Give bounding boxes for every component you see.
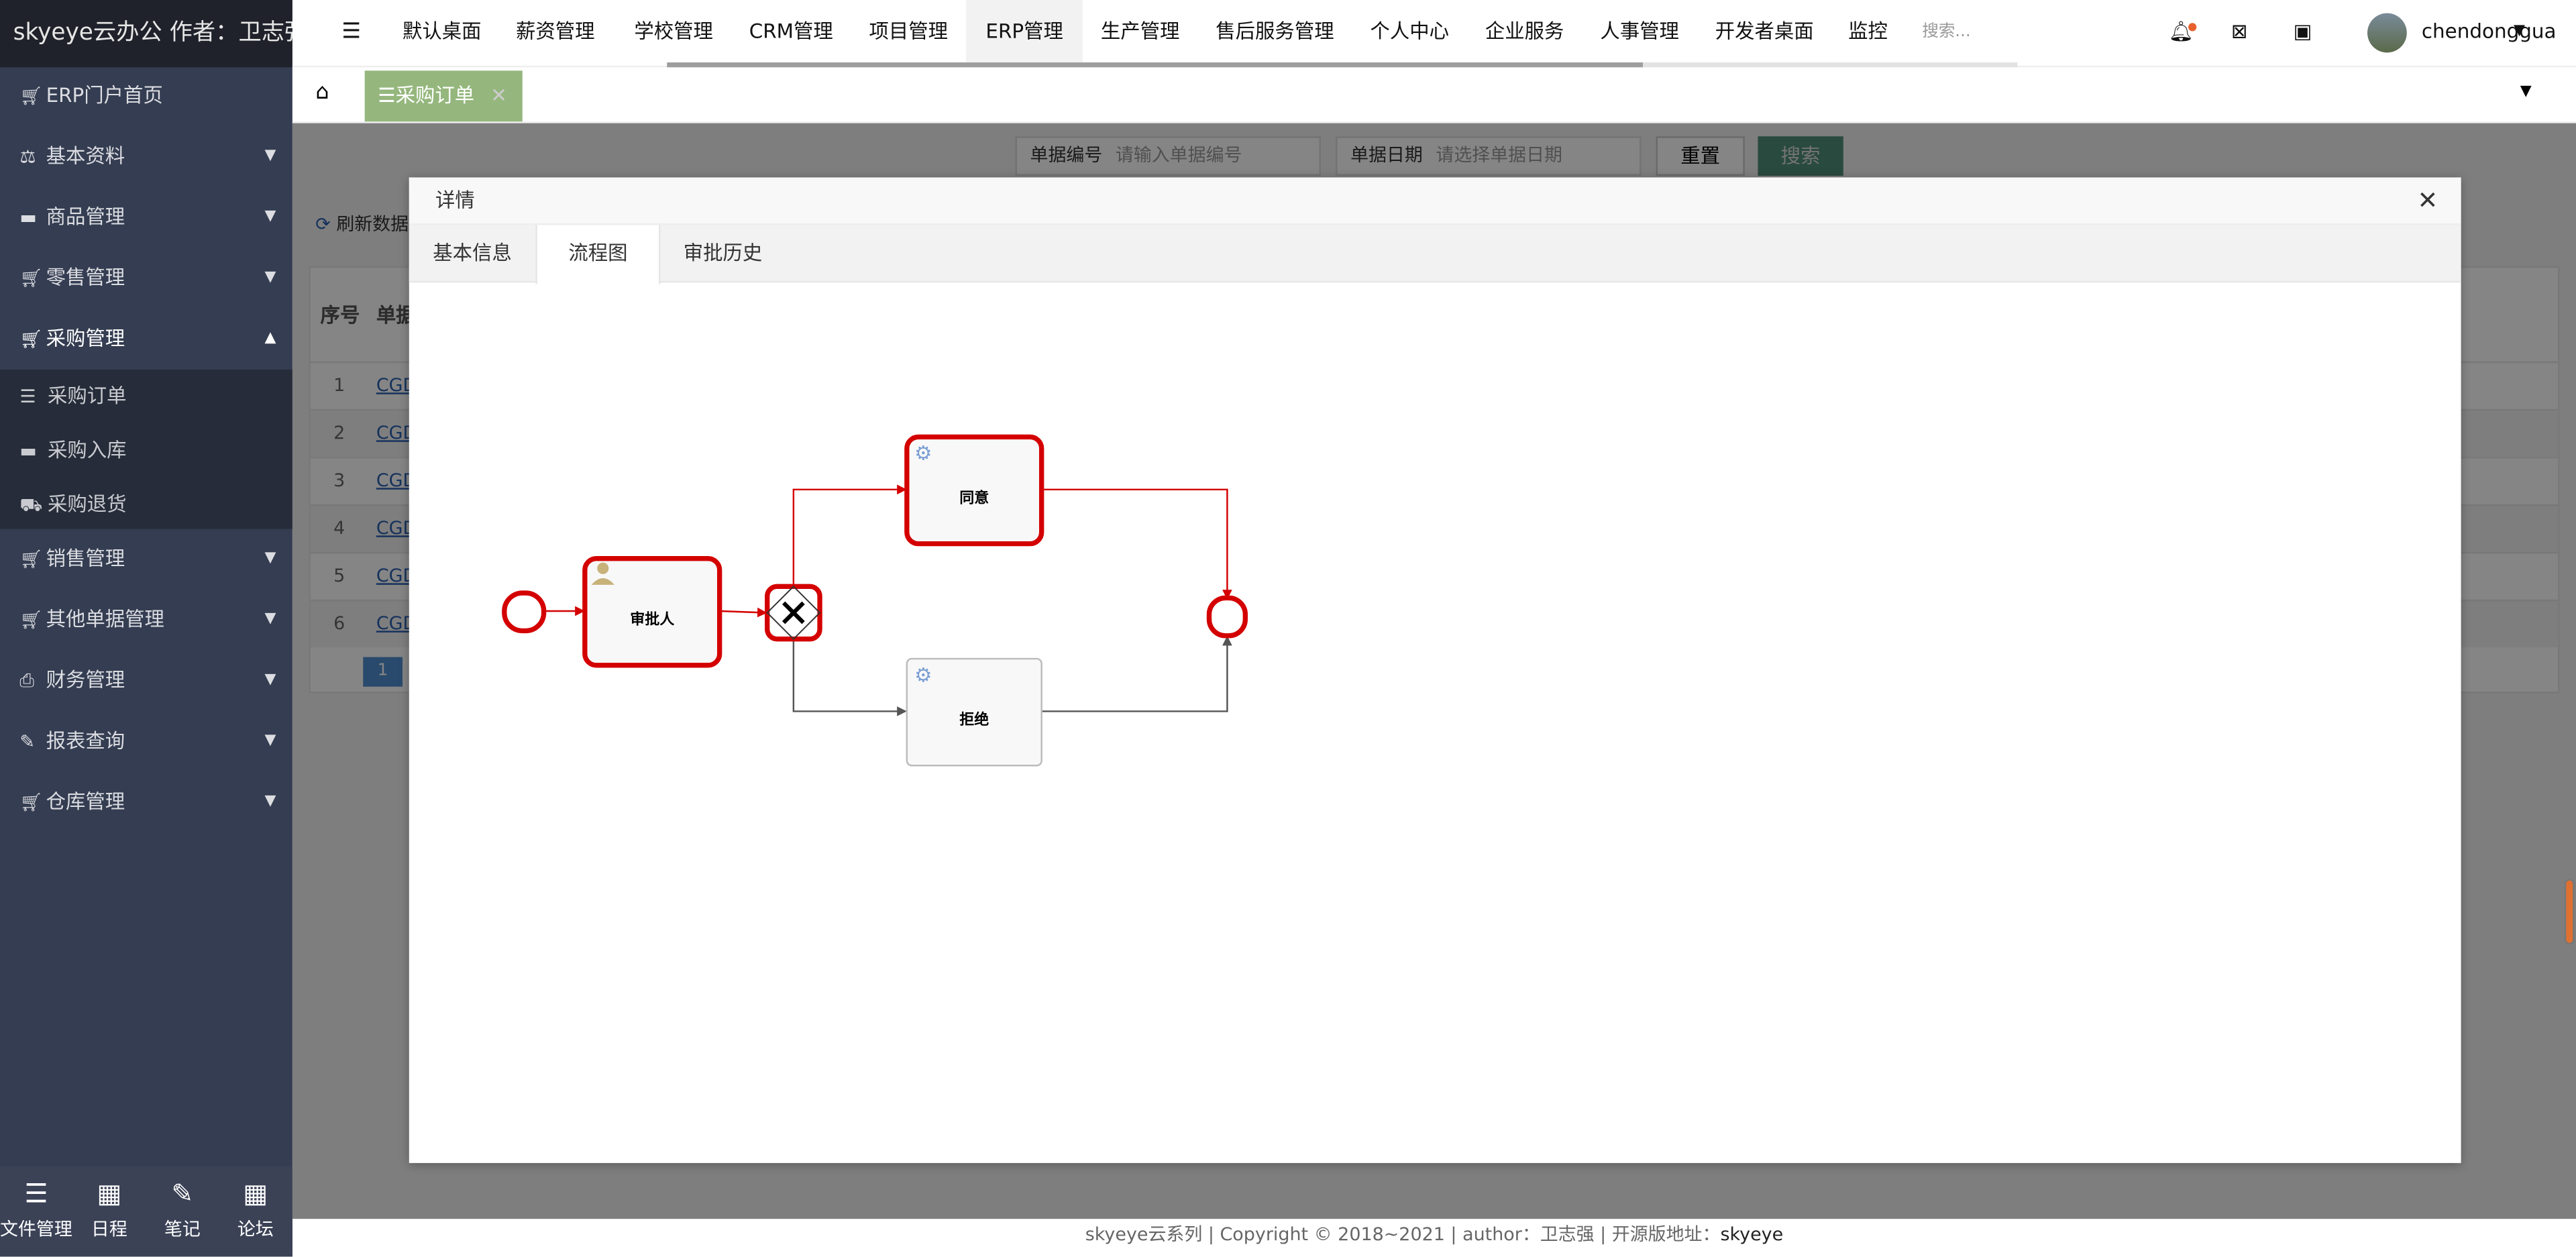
- submenu-item[interactable]: ☰ 采购订单: [19, 370, 126, 424]
- sidebar-item[interactable]: 🛒︎ 采购管理 ▲: [0, 309, 292, 370]
- calendar-icon: ▦: [97, 1177, 122, 1209]
- sidebar-item[interactable]: 🛒︎ 零售管理 ▼: [0, 248, 292, 309]
- reject-label: 拒绝: [959, 711, 989, 728]
- cart-icon: 🛒︎: [19, 268, 43, 290]
- side-scroll-handle[interactable]: [2564, 879, 2575, 945]
- footer-link[interactable]: skyeye: [1720, 1224, 1783, 1246]
- flow-agree-end: [1041, 488, 1232, 600]
- flow-gateway-agree: [792, 484, 907, 585]
- chevron-icon: ▼: [264, 793, 276, 810]
- nav-scrollbar[interactable]: [667, 62, 2018, 68]
- cart-icon: 🛒︎: [19, 791, 43, 814]
- detail-dialog: 详情 ✕ 基本信息 流程图 审批历史 审批人 ⚙ 同意 ⚙ 拒绝: [409, 177, 2461, 1163]
- sidebar-item[interactable]: ⎙ 财务管理 ▼: [0, 651, 292, 712]
- menu-toggle-icon[interactable]: ☰: [341, 0, 361, 64]
- nav-item[interactable]: 人事管理: [1600, 0, 1679, 64]
- nav-item[interactable]: 生产管理: [1101, 0, 1180, 64]
- user-dropdown-icon[interactable]: ▼: [2514, 0, 2525, 64]
- tool-button[interactable]: ▦ 论坛: [219, 1166, 292, 1242]
- nav-item[interactable]: 学校管理: [634, 0, 713, 64]
- sidebar: skyeye云办公 作者：卫志强 ☰ 采购订单 ▬ 采购入库 ⛟ 采购退货 🛒︎ ERP门户…: [0, 0, 307, 1257]
- close-tab-icon[interactable]: ✕: [490, 84, 507, 107]
- nav-item[interactable]: 开发者桌面: [1715, 0, 1814, 64]
- chevron-icon: ▼: [264, 732, 276, 749]
- truck-icon: ⛟: [19, 494, 43, 516]
- nav-item[interactable]: CRM管理: [749, 0, 833, 64]
- calendar-icon: ▦: [243, 1177, 268, 1209]
- tool-button[interactable]: ☰ 文件管理: [0, 1166, 72, 1242]
- nav-item[interactable]: 个人中心: [1370, 0, 1449, 64]
- sliders-icon: ☰: [19, 386, 36, 408]
- sidebar-item[interactable]: 🛒︎ ERP门户首页: [0, 66, 292, 127]
- sidebar-item[interactable]: 🛒︎ 仓库管理 ▼: [0, 772, 292, 833]
- sidebar-item[interactable]: 🛒︎ 销售管理 ▼: [0, 529, 292, 590]
- flow-reject-end: [1041, 635, 1232, 712]
- nav-item[interactable]: ERP管理: [966, 0, 1083, 64]
- nav-item[interactable]: 监控: [1848, 0, 1888, 64]
- avatar[interactable]: [2367, 13, 2407, 53]
- tool-button[interactable]: ▦ 日程: [73, 1166, 146, 1242]
- nav-item[interactable]: 企业服务: [1485, 0, 1564, 64]
- sidebar-item[interactable]: ✎ 报表查询 ▼: [0, 711, 292, 772]
- footer: skyeye云系列 | Copyright © 2018~2021 | auth…: [1085, 1223, 1784, 1246]
- username[interactable]: chendonggua: [2422, 0, 2557, 64]
- cart-icon: 🛒︎: [19, 328, 43, 350]
- chevron-icon: ▼: [264, 550, 276, 567]
- balance-scale-icon: ⚖: [19, 146, 36, 168]
- screen-icon[interactable]: ⊠: [2231, 0, 2248, 64]
- approver-label: 审批人: [630, 611, 675, 628]
- top-nav: ☰ 默认桌面 薪资管理 学校管理 CRM管理 项目管理 ERP管理 生产管理 售后服务管理 个人…: [292, 0, 2576, 68]
- edit-icon: ✎: [19, 730, 35, 753]
- chevron-icon: ▼: [264, 148, 276, 164]
- flow-approver-gateway: [719, 607, 767, 618]
- tab-purchase-order[interactable]: ☰采购订单 ✕: [364, 70, 523, 122]
- end-event: [1206, 595, 1248, 639]
- bottom-tools: ☰ 文件管理 ▦ 日程 ✎ 笔记 ▦ 论坛: [0, 1166, 292, 1257]
- list-icon: ☰: [24, 1177, 48, 1209]
- cart-icon: 🛒︎: [19, 85, 43, 107]
- gear-icon: ⚙: [914, 442, 932, 465]
- tool-button[interactable]: ✎ 笔记: [146, 1166, 219, 1242]
- search-input[interactable]: 搜索...: [1922, 0, 1970, 64]
- submenu-item[interactable]: ⛟ 采购退货: [19, 478, 126, 533]
- sidebar-item[interactable]: 🛒︎ 其他单据管理 ▼: [0, 590, 292, 651]
- sidebar-item[interactable]: ⚖ 基本资料 ▼: [0, 127, 292, 188]
- app-logo-title: skyeye云办公 作者：卫志强: [0, 0, 307, 68]
- agree-label: 同意: [959, 489, 989, 506]
- flow-gateway-reject: [792, 639, 907, 716]
- nav-item[interactable]: 项目管理: [869, 0, 949, 64]
- cart-icon: 🛒︎: [19, 548, 43, 570]
- chevron-icon: ▼: [264, 611, 276, 628]
- cart-icon: 🛒︎: [19, 609, 43, 631]
- start-event: [502, 590, 547, 634]
- chevron-icon: ▼: [264, 269, 276, 286]
- tab-bar: ⌂ ☰采购订单 ✕ ▼: [292, 67, 2576, 123]
- archive-icon: ▬: [19, 440, 37, 462]
- bell-icon[interactable]: 🔔︎: [2169, 0, 2197, 64]
- submenu-item[interactable]: ▬ 采购入库: [19, 424, 126, 478]
- chevron-icon: ▼: [264, 209, 276, 225]
- nav-item[interactable]: 薪资管理: [516, 0, 595, 64]
- sliders-icon: ☰: [378, 83, 396, 107]
- chevron-icon: ▼: [264, 671, 276, 689]
- gear-icon: ⚙: [914, 663, 932, 686]
- tabs-dropdown-icon[interactable]: ▼: [2520, 84, 2532, 100]
- print-icon: ⎙: [19, 670, 34, 692]
- archive-icon: ▬: [19, 207, 37, 229]
- nav-item[interactable]: 售后服务管理: [1216, 0, 1334, 64]
- purchase-submenu: ☰ 采购订单 ▬ 采购入库 ⛟ 采购退货: [0, 370, 292, 529]
- chevron-icon: ▲: [264, 330, 276, 347]
- home-icon[interactable]: ⌂: [315, 80, 329, 105]
- sidebar-item[interactable]: ▬ 商品管理 ▼: [0, 187, 292, 248]
- edit-icon: ✎: [171, 1177, 194, 1209]
- flow-diagram: 审批人 ⚙ 同意 ⚙ 拒绝: [502, 434, 1248, 767]
- nav-item[interactable]: 默认桌面: [402, 0, 482, 64]
- language-icon[interactable]: ▣: [2294, 0, 2312, 64]
- notification-dot: [2188, 23, 2197, 32]
